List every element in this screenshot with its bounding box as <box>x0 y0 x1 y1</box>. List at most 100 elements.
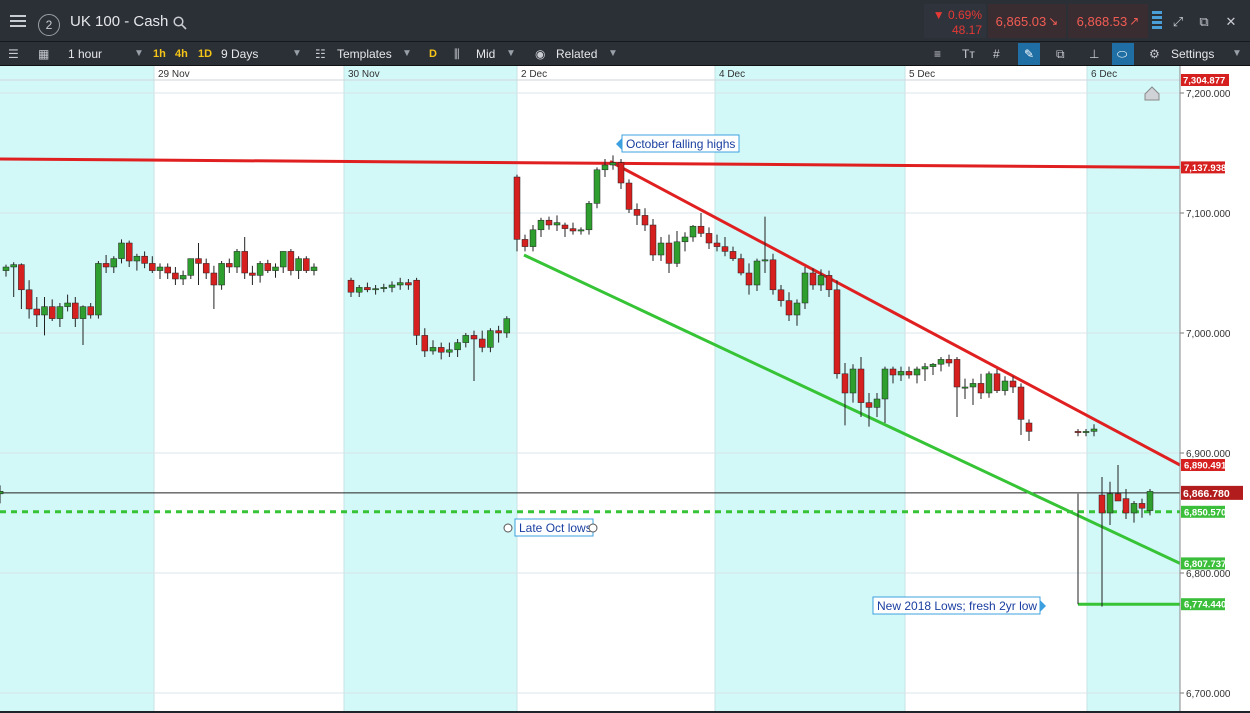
candle-body <box>64 302 71 307</box>
candle-body <box>625 182 633 210</box>
down-triangle-icon: ▼ <box>932 8 948 22</box>
expand-icon[interactable]: ⤢ <box>1171 15 1185 29</box>
candle-body <box>2 266 10 271</box>
chevron-down-icon[interactable]: ▼ <box>608 46 618 62</box>
x-tick-label: 29 Nov <box>158 69 190 80</box>
d-button[interactable]: D <box>429 46 437 62</box>
quick-1h-button[interactable]: 1h <box>153 46 166 62</box>
chevron-down-icon[interactable]: ▼ <box>134 46 144 62</box>
chevron-down-icon[interactable]: ▼ <box>292 46 302 62</box>
candle-body <box>633 209 641 216</box>
change-percent: 0.69% <box>947 8 982 22</box>
change-points: 48.17 <box>951 23 982 37</box>
candle-body <box>1090 428 1098 432</box>
candle-body <box>41 306 48 316</box>
candle-body <box>95 263 102 316</box>
x-tick-label: 4 Dec <box>719 69 745 80</box>
candle-body <box>396 282 404 286</box>
price-chart[interactable]: 29 Nov 30 Nov 2 Dec 4 Dec 5 Dec 6 Dec 7,200.00… <box>0 66 1250 711</box>
workspace-badge[interactable]: 2 <box>38 14 60 36</box>
candle-body <box>110 258 118 268</box>
candle-body <box>388 284 396 288</box>
chart-svg[interactable]: 29 Nov 30 Nov 2 Dec 4 Dec 5 Dec 6 Dec 7,200.00… <box>0 66 1250 711</box>
candle-body <box>233 251 241 268</box>
templates-icon: ☷ <box>315 47 326 61</box>
candle-body <box>470 335 478 340</box>
crosshair-icon[interactable]: # <box>993 46 1000 62</box>
candle-body <box>921 366 929 370</box>
chart-toolbar: ☰ ▦ 1 hour ▼ 1h 4h 1D 9 Days ▼ ☷ Templat… <box>0 42 1250 66</box>
candle-body <box>577 229 585 232</box>
candle-body <box>102 263 110 268</box>
candles-icon: ⫼ <box>454 47 460 61</box>
candle-body <box>1114 493 1122 502</box>
y-tick-label: 6,900.000 <box>1186 449 1231 460</box>
list-icon[interactable]: ≡ <box>934 46 941 62</box>
candle-body <box>462 335 470 343</box>
copy-icon[interactable]: ⧉ <box>1056 46 1065 62</box>
top-bar: 2 UK 100 - Cash ▼ 0.69% 48.17 6,865.03 ↘… <box>0 0 1250 42</box>
candle-body <box>1025 422 1033 432</box>
chevron-down-icon[interactable]: ▼ <box>402 46 412 62</box>
price-type-select[interactable]: Mid <box>476 46 495 62</box>
candle-body <box>72 302 79 319</box>
candle-body <box>25 289 33 310</box>
candle-body <box>179 275 187 280</box>
candle-body <box>945 359 953 364</box>
buy-price: 6,868.53 <box>1076 13 1128 29</box>
related-button[interactable]: Related <box>556 46 597 62</box>
interval-select[interactable]: 1 hour <box>68 46 102 62</box>
candle-body <box>1130 503 1138 514</box>
sell-button[interactable]: 6,865.03 ↘ <box>988 4 1066 38</box>
range-select[interactable]: 9 Days <box>221 46 258 62</box>
candle-body <box>521 239 529 247</box>
candle-body <box>977 383 985 394</box>
candle-body <box>889 368 897 376</box>
candle-body <box>545 219 553 226</box>
candle-body <box>665 242 673 264</box>
candle-body <box>421 335 429 352</box>
candle-body <box>413 279 420 336</box>
candle-body <box>937 359 945 365</box>
templates-button[interactable]: Templates <box>337 46 392 62</box>
candle-body <box>593 169 601 204</box>
quick-4h-button[interactable]: 4h <box>175 46 188 62</box>
menu-icon[interactable] <box>6 9 30 33</box>
gear-icon[interactable]: ⚙ <box>1149 46 1160 62</box>
chevron-down-icon[interactable]: ▼ <box>1232 46 1242 62</box>
close-icon[interactable]: ✕ <box>1224 15 1238 29</box>
instrument-title[interactable]: UK 100 - Cash <box>70 13 168 30</box>
candle-body <box>56 306 64 319</box>
candle-body <box>961 386 969 389</box>
x-tick-label: 2 Dec <box>521 69 547 80</box>
candle-body <box>601 164 609 171</box>
candle-body <box>1146 491 1154 511</box>
candle-body <box>405 282 412 286</box>
candle-body <box>721 246 729 252</box>
candle-body <box>446 349 453 353</box>
tag-icon: ⬭ <box>1117 47 1128 61</box>
depth-icon[interactable] <box>1151 9 1163 33</box>
search-icon[interactable] <box>173 16 187 30</box>
quick-1d-button[interactable]: 1D <box>198 46 212 62</box>
grid-layout-icon[interactable]: ▦ <box>38 46 49 62</box>
candle-body <box>125 242 133 262</box>
measure-icon[interactable]: ⊥ <box>1089 46 1099 62</box>
chevron-down-icon[interactable]: ▼ <box>506 46 516 62</box>
candle-body <box>777 289 785 301</box>
candle-body <box>681 236 689 243</box>
candle-body <box>561 224 569 229</box>
price-tag: 6,850.570 <box>1184 507 1226 518</box>
candle-body <box>713 242 721 247</box>
popout-icon[interactable]: ⧉ <box>1197 15 1211 29</box>
settings-button[interactable]: Settings <box>1171 46 1214 62</box>
candle-body <box>0 491 4 495</box>
candle-body <box>172 272 179 280</box>
candle-body <box>495 330 502 334</box>
candle-body <box>187 258 195 276</box>
layout-icon[interactable]: ☰ <box>8 46 19 62</box>
candle-body <box>437 347 445 353</box>
buy-button[interactable]: 6,868.53 ↗ <box>1068 4 1148 38</box>
x-tick-label: 5 Dec <box>909 69 935 80</box>
text-tool-icon[interactable]: Tт <box>962 46 975 62</box>
